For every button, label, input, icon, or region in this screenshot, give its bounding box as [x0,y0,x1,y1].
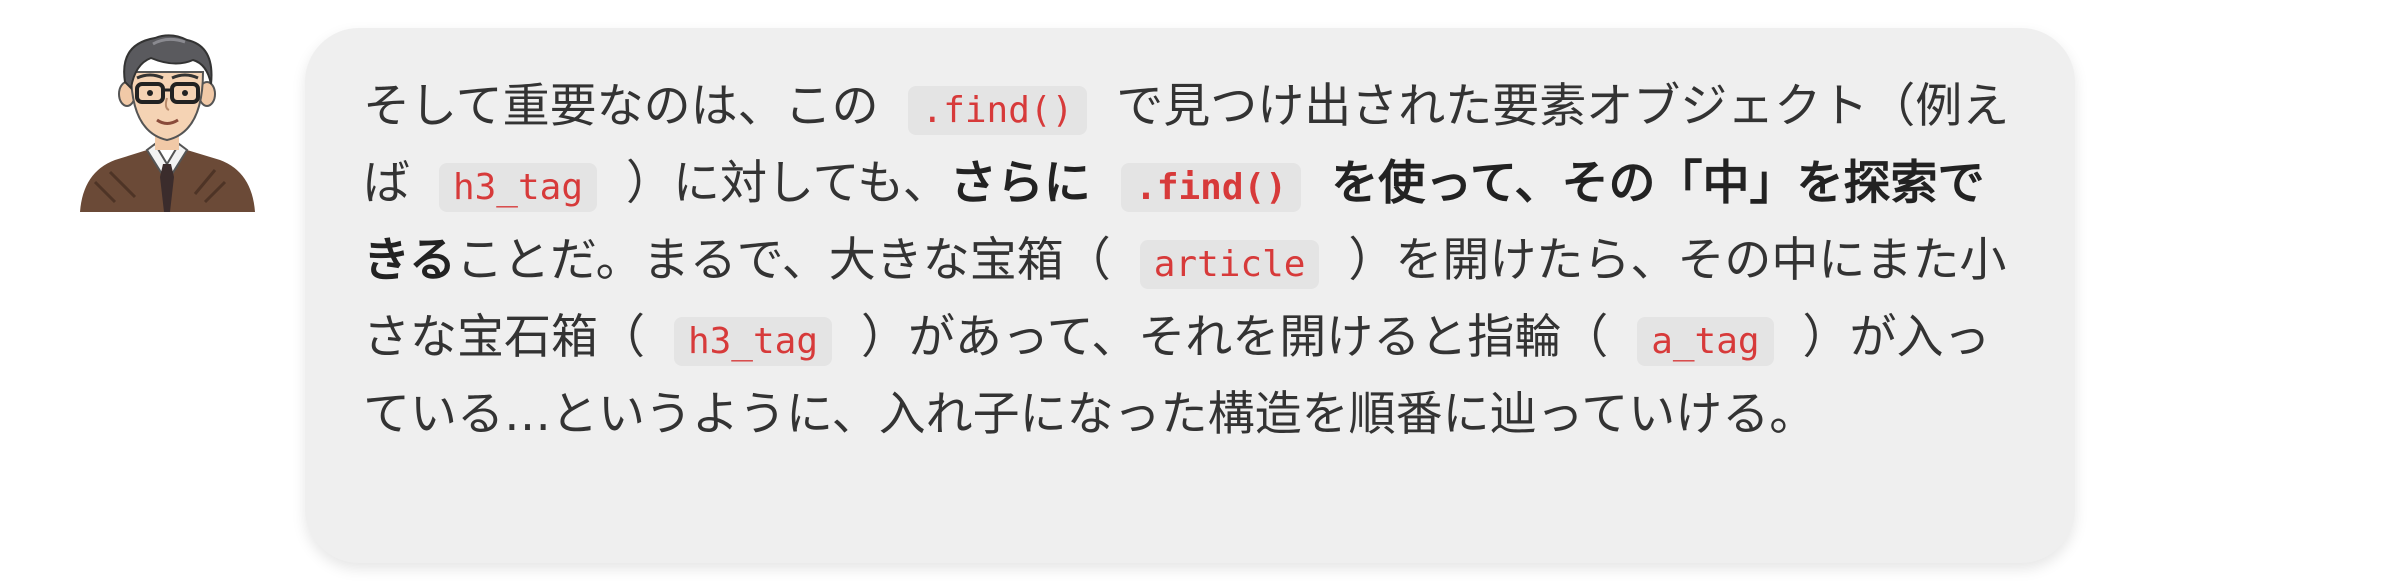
inline-code-find: .find() [907,86,1088,135]
inline-code-h3-tag: h3_tag [438,163,597,212]
message-part-3: ）に対しても、 [611,156,950,211]
man-with-glasses-icon [80,34,255,212]
avatar [75,32,260,212]
message-text: そして重要なのは、この .find() で見つけ出された要素オブジェクト（例えば… [363,70,2023,451]
speech-bubble: そして重要なのは、この .find() で見つけ出された要素オブジェクト（例えば… [305,28,2075,563]
inline-code-find-bold: .find() [1121,163,1301,212]
message-part-1: そして重要なのは、この [363,79,894,134]
message-part-4: ことだ。まるで、大きな宝箱（ [456,233,1126,288]
inline-code-h3-tag-2: h3_tag [673,317,832,366]
message-part-6: ）があって、それを開けると指輪（ [846,310,1624,365]
emphasis-part-1: さらに [949,156,1108,211]
inline-code-a-tag: a_tag [1637,317,1774,366]
inline-code-article: article [1139,240,1320,289]
